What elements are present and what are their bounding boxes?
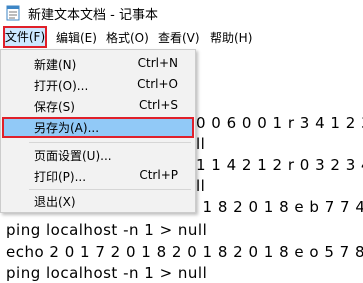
menu-separator — [29, 142, 191, 143]
menu-item-print[interactable]: 打印(P)... Ctrl+P — [2, 166, 194, 187]
menu-help[interactable]: 帮助(H) — [210, 29, 252, 47]
menu-item-shortcut: Ctrl+S — [138, 98, 178, 112]
menu-item-page-setup[interactable]: 页面设置(U)... — [2, 145, 194, 166]
menu-item-new[interactable]: 新建(N) Ctrl+N — [2, 54, 194, 75]
menu-item-open[interactable]: 打开(O)... Ctrl+O — [2, 75, 194, 96]
menu-file[interactable]: 文件(F) — [3, 26, 47, 48]
menu-format[interactable]: 格式(O) — [106, 29, 149, 47]
menu-view[interactable]: 查看(V) — [158, 29, 200, 47]
file-menu-dropdown: 新建(N) Ctrl+N 打开(O)... Ctrl+O 保存(S) Ctrl+… — [0, 49, 196, 213]
text-line-partial: ll — [196, 177, 206, 195]
notepad-icon — [6, 5, 20, 21]
menu-item-label: 页面设置(U)... — [34, 149, 112, 163]
menu-item-label: 另存为(A)... — [34, 121, 100, 135]
text-line-partial: ll — [196, 135, 206, 153]
menu-item-shortcut: Ctrl+N — [137, 56, 178, 70]
menu-item-shortcut: Ctrl+O — [137, 77, 178, 91]
menu-item-label: 打开(O)... — [34, 79, 89, 93]
title-bar: 新建文本文档 - 记事本 — [0, 0, 363, 26]
menu-item-exit[interactable]: 退出(X) — [2, 191, 194, 212]
menu-item-shortcut: Ctrl+P — [139, 168, 178, 182]
menu-item-label: 保存(S) — [34, 100, 75, 114]
menu-item-label: 退出(X) — [34, 195, 76, 209]
menu-item-save-as[interactable]: 另存为(A)... — [2, 117, 194, 138]
menu-edit[interactable]: 编辑(E) — [56, 29, 97, 47]
menu-item-label: 打印(P)... — [34, 170, 87, 184]
text-line: ping localhost -n 1 > null — [6, 264, 208, 282]
menu-item-save[interactable]: 保存(S) Ctrl+S — [2, 96, 194, 117]
menu-separator — [29, 189, 191, 190]
window-title: 新建文本文档 - 记事本 — [28, 8, 158, 23]
menu-bar: 文件(F) 编辑(E) 格式(O) 查看(V) 帮助(H) — [0, 26, 363, 50]
text-line: ping localhost -n 1 > null — [6, 221, 208, 239]
text-line: echo 2 0 1 7 2 0 1 8 2 0 1 8 2 0 1 8 e o… — [6, 243, 363, 261]
text-line-partial: 1 1 4 2 1 2 r 0 3 2 3 4 — [196, 156, 363, 174]
text-line-partial: 0 0 6 0 0 1 r 3 4 1 2 3 — [196, 114, 363, 132]
menu-item-label: 新建(N) — [34, 58, 77, 72]
